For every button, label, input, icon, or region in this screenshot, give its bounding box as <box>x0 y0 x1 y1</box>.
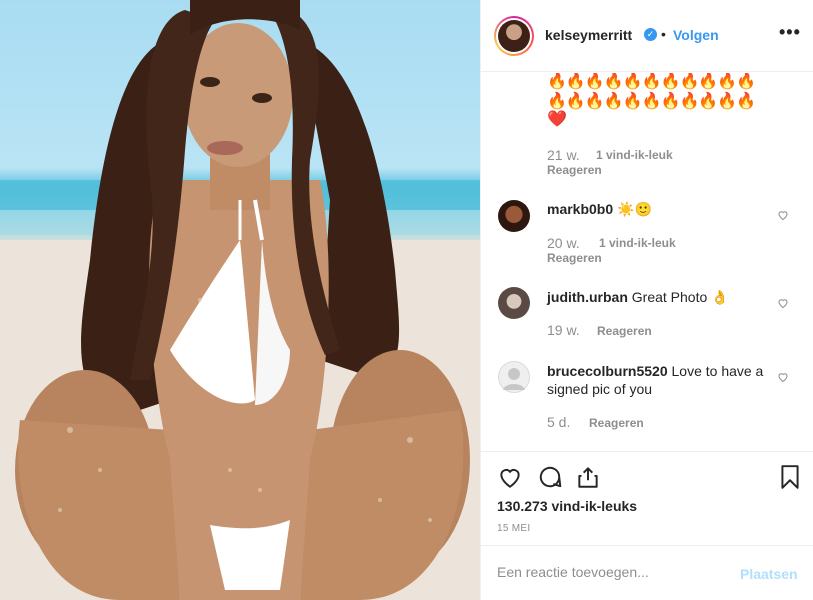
comment-body: judith.urban Great Photo 👌 <box>547 288 767 306</box>
comment-text: Great Photo 👌 <box>631 289 729 305</box>
owner-username[interactable]: kelseymerritt <box>545 27 632 43</box>
comment-icon[interactable] <box>537 464 563 490</box>
likes-count[interactable]: 130.273 vind-ik-leuks <box>497 498 637 514</box>
comment-like-heart-icon[interactable] <box>777 209 789 221</box>
comment-time[interactable]: 5 d. <box>547 414 570 430</box>
follow-button[interactable]: Volgen <box>673 27 719 43</box>
share-icon[interactable] <box>575 464 601 490</box>
comment-time[interactable]: 19 w. <box>547 322 580 338</box>
more-options-icon[interactable]: ••• <box>779 22 801 43</box>
comment-username[interactable]: brucecolburn5520 <box>547 363 668 379</box>
post-photo[interactable] <box>0 0 480 600</box>
comment-reply-button[interactable]: Reageren <box>589 416 644 430</box>
post-header: kelseymerritt ✓ • Volgen ••• <box>481 0 813 72</box>
caption-emoji-line-3: ❤️ <box>547 111 567 128</box>
comment-avatar[interactable] <box>498 200 530 232</box>
comment-username[interactable]: judith.urban <box>547 289 628 305</box>
header-separator: • <box>661 26 666 42</box>
comment-likes[interactable]: 1 vind-ik-leuk <box>599 236 676 250</box>
avatar-inner <box>496 18 532 54</box>
comment-text: ☀️🙂 <box>617 201 652 217</box>
beach-photo-illustration <box>0 0 480 600</box>
comment-time[interactable]: 20 w. <box>547 235 580 251</box>
comment-username[interactable]: markb0b0 <box>547 201 613 217</box>
post-date[interactable]: 15 MEI <box>497 523 530 534</box>
verified-badge-icon: ✓ <box>644 28 657 41</box>
comment-avatar[interactable] <box>498 287 530 319</box>
caption-emoji-line-1: 🔥🔥🔥🔥🔥🔥🔥🔥🔥🔥🔥 <box>547 73 756 90</box>
caption-emoji-line-2: 🔥🔥🔥🔥🔥🔥🔥🔥🔥🔥🔥 <box>547 93 756 110</box>
instagram-post: kelseymerritt ✓ • Volgen ••• 🔥🔥🔥🔥🔥🔥🔥🔥🔥🔥🔥… <box>0 0 813 600</box>
default-user-icon <box>503 368 525 390</box>
post-actions: 130.273 vind-ik-leuks 15 MEI <box>481 451 813 545</box>
bookmark-icon[interactable] <box>777 464 803 490</box>
caption-time[interactable]: 21 w. <box>547 147 580 163</box>
add-comment-input[interactable] <box>497 564 727 580</box>
post-comment-button[interactable]: Plaatsen <box>740 566 798 582</box>
comment-body: markb0b0 ☀️🙂 <box>547 200 767 218</box>
avatar-image <box>498 20 530 52</box>
add-comment-bar: Plaatsen <box>481 545 813 600</box>
caption-likes[interactable]: 1 vind-ik-leuk <box>596 148 673 162</box>
comment-reply-button[interactable]: Reageren <box>547 251 602 265</box>
comment-reply-button[interactable]: Reageren <box>597 324 652 338</box>
caption-reply-button[interactable]: Reageren <box>547 163 602 177</box>
comment-body: brucecolburn5520 Love to have a signed p… <box>547 362 767 398</box>
comment-avatar-default[interactable] <box>498 361 530 393</box>
post-sidebar: kelseymerritt ✓ • Volgen ••• 🔥🔥🔥🔥🔥🔥🔥🔥🔥🔥🔥… <box>480 0 813 600</box>
comment-like-heart-icon[interactable] <box>777 371 789 383</box>
comments-list[interactable]: 🔥🔥🔥🔥🔥🔥🔥🔥🔥🔥🔥 🔥🔥🔥🔥🔥🔥🔥🔥🔥🔥🔥 ❤️ 21 w. 1 vind-… <box>481 73 813 451</box>
comment-like-heart-icon[interactable] <box>777 297 789 309</box>
heart-icon[interactable] <box>497 464 523 490</box>
owner-avatar[interactable] <box>494 16 534 56</box>
